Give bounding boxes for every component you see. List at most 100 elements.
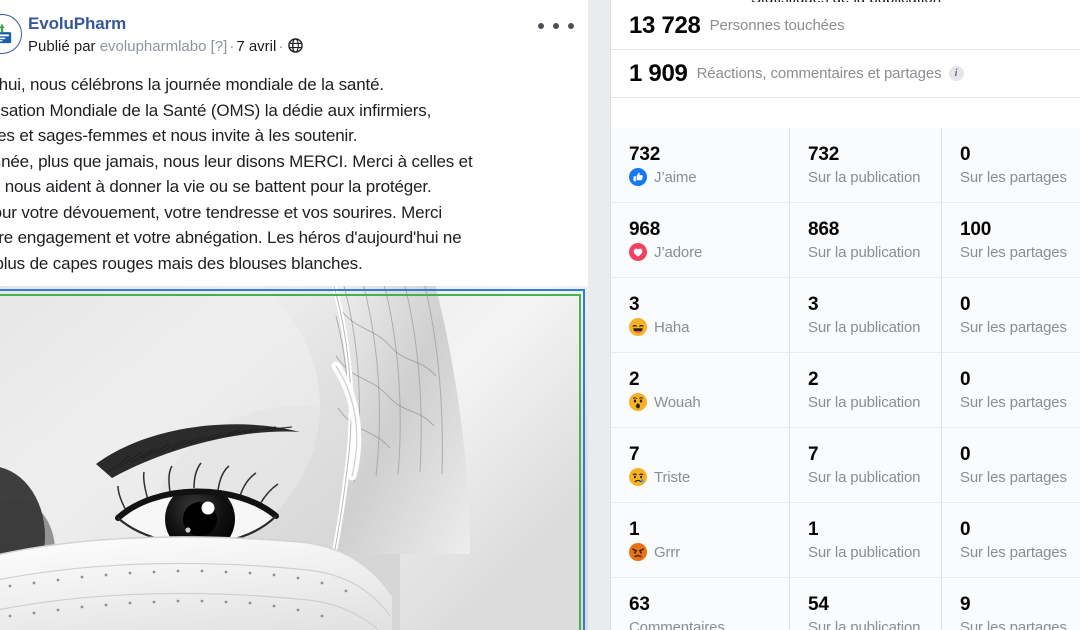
post-body-text: Aujourd'hui, nous célébrons la journée m… (0, 75, 473, 273)
ellipsis-dot (568, 23, 574, 29)
engagement-value: 1 909 (629, 59, 688, 87)
on-post-cell: 732 Sur la publication (789, 128, 941, 202)
globe-icon[interactable] (288, 38, 304, 58)
on-post-value: 7 (808, 443, 819, 465)
wow-face-icon (629, 393, 647, 411)
reaction-total-cell: 7 Triste (611, 428, 789, 502)
on-shares-label: Sur les partages (960, 468, 1067, 486)
reach-value: 13 728 (629, 11, 701, 39)
reaction-label: Wouah (654, 393, 701, 411)
sad-face-icon (629, 468, 647, 486)
avatar[interactable] (0, 14, 22, 54)
on-post-value: 2 (808, 368, 819, 390)
on-post-cell: 54 Sur la publication (789, 578, 941, 630)
panel-gutter (588, 0, 610, 630)
info-icon[interactable]: i (948, 66, 964, 81)
publisher-hint[interactable]: [?] (211, 38, 228, 55)
angry-face-icon (629, 543, 647, 561)
on-post-value: 732 (808, 143, 840, 165)
on-post-value: 54 (808, 594, 829, 615)
on-post-label: Sur la publication (808, 543, 921, 561)
reaction-total-cell: 1 Grrr (611, 503, 789, 577)
reaction-total: 7 (629, 443, 640, 465)
on-shares-cell: 9 Sur les partages (941, 578, 1080, 630)
on-shares-value: 0 (960, 293, 971, 315)
on-shares-cell: 0 Sur les partages (941, 503, 1080, 577)
reaction-total: 1 (629, 518, 640, 540)
reaction-total: 968 (629, 218, 661, 240)
reaction-total: 2 (629, 368, 640, 390)
on-shares-label: Sur les partages (960, 318, 1067, 336)
table-row: 3 Haha 3 Sur la publication 0 Sur les pa… (611, 278, 1080, 353)
reaction-label: Triste (654, 468, 691, 486)
reaction-label: J’adore (654, 243, 703, 261)
reaction-total-cell: 732 J’aime (611, 128, 789, 202)
table-row: 1 Grrr 1 Sur la publication 0 Sur les pa… (611, 503, 1080, 578)
comments-total: 63 (629, 594, 650, 615)
reaction-label: Haha (654, 318, 690, 336)
reach-label: Personnes touchées (709, 17, 845, 34)
on-post-label: Sur la publication (808, 318, 921, 336)
on-post-label: Sur la publication (808, 243, 921, 261)
publisher-name[interactable]: evolupharmlabo (100, 38, 207, 55)
engagement-summary-row: 1 909 Réactions, commentaires et partage… (611, 50, 1080, 98)
post-options-button[interactable] (538, 14, 574, 38)
on-shares-value: 0 (960, 443, 971, 465)
screen-root: EvoluPharm Publié par evolupharmlabo [?]… (0, 0, 1080, 630)
table-row: 732 J’aime 732 Sur la publication 0 Sur … (611, 128, 1080, 203)
on-post-cell: 3 Sur la publication (789, 278, 941, 352)
post-photo-image (0, 286, 588, 630)
on-shares-cell: 100 Sur les partages (941, 203, 1080, 277)
published-by-label: Publié par (28, 38, 96, 55)
on-shares-cell: 0 Sur les partages (941, 278, 1080, 352)
on-post-label: Sur la publication (808, 619, 921, 630)
reactions-breakdown-table: 732 J’aime 732 Sur la publication 0 Sur … (611, 128, 1080, 630)
on-shares-label: Sur les partages (960, 393, 1067, 411)
reaction-total-cell: 968 J’adore (611, 203, 789, 277)
engagement-label: Réactions, commentaires et partages (696, 65, 942, 82)
post-date[interactable]: 7 avril (236, 38, 276, 55)
ellipsis-dot (538, 23, 544, 29)
on-shares-cell: 0 Sur les partages (941, 128, 1080, 202)
on-shares-value: 0 (960, 518, 971, 540)
on-post-label: Sur la publication (808, 393, 921, 411)
facebook-post-card: EvoluPharm Publié par evolupharmlabo [?]… (0, 0, 588, 630)
on-post-cell: 868 Sur la publication (789, 203, 941, 277)
reach-summary-row: 13 728 Personnes touchées (611, 2, 1080, 50)
page-name-link[interactable]: EvoluPharm (28, 13, 303, 34)
reaction-label: J’aime (654, 168, 697, 186)
on-post-value: 868 (808, 218, 840, 240)
post-header: EvoluPharm Publié par evolupharmlabo [?]… (0, 0, 588, 68)
on-shares-label: Sur les partages (960, 243, 1067, 261)
reaction-total: 3 (629, 293, 640, 315)
haha-face-icon (629, 318, 647, 336)
on-post-cell: 7 Sur la publication (789, 428, 941, 502)
author-block: EvoluPharm Publié par evolupharmlabo [?]… (28, 13, 304, 58)
ellipsis-dot (553, 23, 559, 29)
love-heart-icon (629, 243, 647, 261)
reaction-label: Grrr (654, 543, 681, 561)
on-post-value: 1 (808, 518, 819, 540)
on-shares-value: 100 (960, 218, 992, 240)
on-shares-cell: 0 Sur les partages (941, 353, 1080, 427)
on-shares-cell: 0 Sur les partages (941, 428, 1080, 502)
post-meta-line: Publié par evolupharmlabo [?] · 7 avril · (28, 37, 304, 58)
evolupharm-logo-avatar (0, 23, 12, 44)
reaction-total-cell: 2 Wouah (611, 353, 789, 427)
on-post-value: 3 (808, 293, 819, 315)
comments-total-cell: 63 Commentaires (611, 578, 789, 630)
on-post-label: Sur la publication (808, 168, 921, 186)
table-row: 968 J’adore 868 Sur la publication 100 S… (611, 203, 1080, 278)
reaction-total-cell: 3 Haha (611, 278, 789, 352)
on-post-cell: 1 Sur la publication (789, 503, 941, 577)
on-shares-label: Sur les partages (960, 168, 1067, 186)
table-row: 2 Wouah 2 Sur la publication 0 Sur les p… (611, 353, 1080, 428)
table-row: 7 Triste 7 Sur la publication 0 Sur les … (611, 428, 1080, 503)
post-photo[interactable] (0, 286, 588, 630)
on-shares-value: 0 (960, 143, 971, 165)
post-insights-panel: Statistiques de la publication 13 728 Pe… (610, 0, 1080, 630)
reaction-total: 732 (629, 143, 661, 165)
comments-label: Commentaires (629, 619, 725, 630)
on-shares-label: Sur les partages (960, 619, 1067, 630)
on-post-label: Sur la publication (808, 468, 921, 486)
